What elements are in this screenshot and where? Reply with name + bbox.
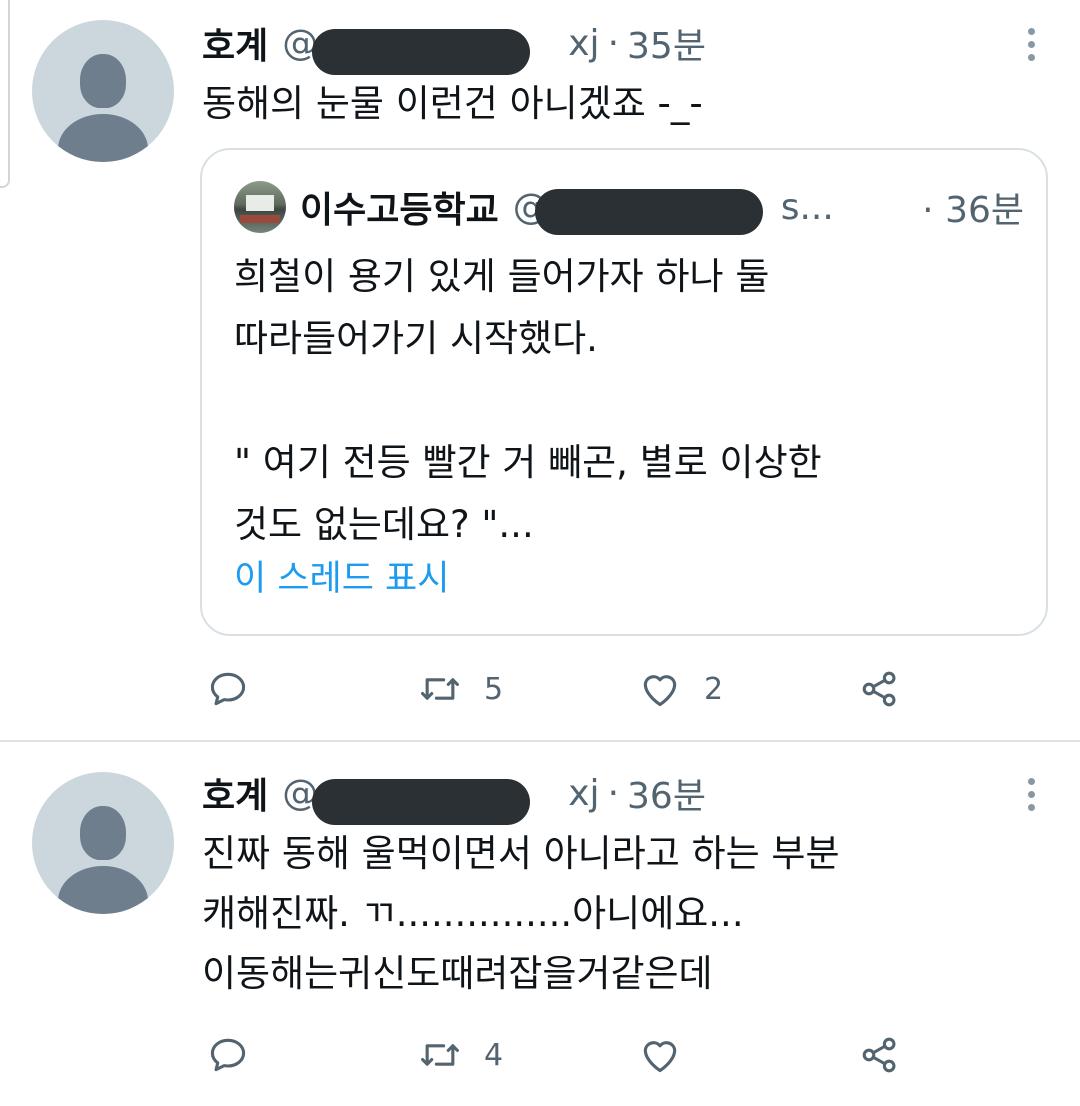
- separator: ·: [607, 772, 620, 814]
- separator: ·: [607, 22, 620, 64]
- author-name[interactable]: 호계: [202, 767, 268, 819]
- redaction-bar: [534, 188, 763, 235]
- quoted-timestamp: · 36분: [922, 190, 1024, 231]
- reply-button[interactable]: [206, 1030, 272, 1080]
- share-icon: [862, 1037, 896, 1073]
- more-vertical-icon[interactable]: [1026, 28, 1036, 61]
- show-thread-link[interactable]: 이 스레드 표시: [234, 554, 449, 604]
- quoted-author-handle: @ s...: [513, 187, 834, 235]
- tweet-text: 진짜 동해 울먹이면서 아니라고 하는 부분 캐해진짜. ㄲ..........…: [202, 832, 840, 995]
- tweet-actions: 4: [202, 1030, 922, 1080]
- like-button[interactable]: 2: [638, 664, 723, 714]
- heart-icon: [643, 675, 677, 707]
- heart-icon: [643, 1041, 677, 1073]
- redaction-bar: [312, 778, 531, 825]
- quoted-author-avatar: [234, 181, 286, 233]
- like-count: 2: [704, 671, 724, 707]
- retweet-icon: [421, 678, 459, 700]
- author-handle[interactable]: @ xj: [282, 23, 600, 75]
- retweet-count: 5: [484, 671, 504, 707]
- share-icon: [862, 671, 896, 707]
- tweet-text: 동해의 눈물 이런건 아니겠죠 -_-: [202, 82, 703, 125]
- quoted-tweet-header: 이수고등학교 @ s... · 36분: [234, 181, 1024, 235]
- share-button[interactable]: [858, 1030, 902, 1080]
- avatar[interactable]: [32, 20, 174, 162]
- author-name[interactable]: 호계: [202, 17, 268, 69]
- tweet[interactable]: 호계 @ xj · 36분 진짜 동해 울먹이면서 아니라고 하는 부분 캐해진짜…: [0, 742, 1080, 1106]
- retweet-button[interactable]: 4: [418, 1030, 503, 1080]
- author-handle[interactable]: @ xj: [282, 773, 600, 825]
- tweet-actions: 5 2: [202, 664, 922, 714]
- more-vertical-icon[interactable]: [1026, 778, 1036, 811]
- quoted-tweet-text: 희철이 용기 있게 들어가자 하나 둘 따라들어가기 시작했다. " 여기 전등…: [234, 255, 822, 546]
- reply-button[interactable]: [206, 664, 272, 714]
- tweet-header: 호계 @ xj · 35분: [202, 17, 706, 75]
- timestamp[interactable]: 35분: [627, 17, 706, 69]
- retweet-button[interactable]: 5: [418, 664, 503, 714]
- like-button[interactable]: [638, 1030, 704, 1080]
- share-button[interactable]: [858, 664, 902, 714]
- quoted-tweet[interactable]: 이수고등학교 @ s... · 36분 희철이 용기 있게 들어가자 하나 둘 따…: [200, 148, 1048, 636]
- reply-icon: [210, 672, 246, 706]
- quoted-author-name: 이수고등학교: [300, 190, 499, 231]
- retweet-icon: [421, 1044, 459, 1066]
- reply-icon: [210, 1038, 246, 1072]
- redaction-bar: [312, 28, 531, 75]
- tweet[interactable]: 호계 @ xj · 35분 동해의 눈물 이런건 아니겠죠 -_- 이수고등학교 …: [0, 0, 1080, 740]
- avatar[interactable]: [32, 772, 174, 914]
- tweet-header: 호계 @ xj · 36분: [202, 767, 706, 825]
- retweet-count: 4: [484, 1037, 504, 1073]
- timestamp[interactable]: 36분: [627, 767, 706, 819]
